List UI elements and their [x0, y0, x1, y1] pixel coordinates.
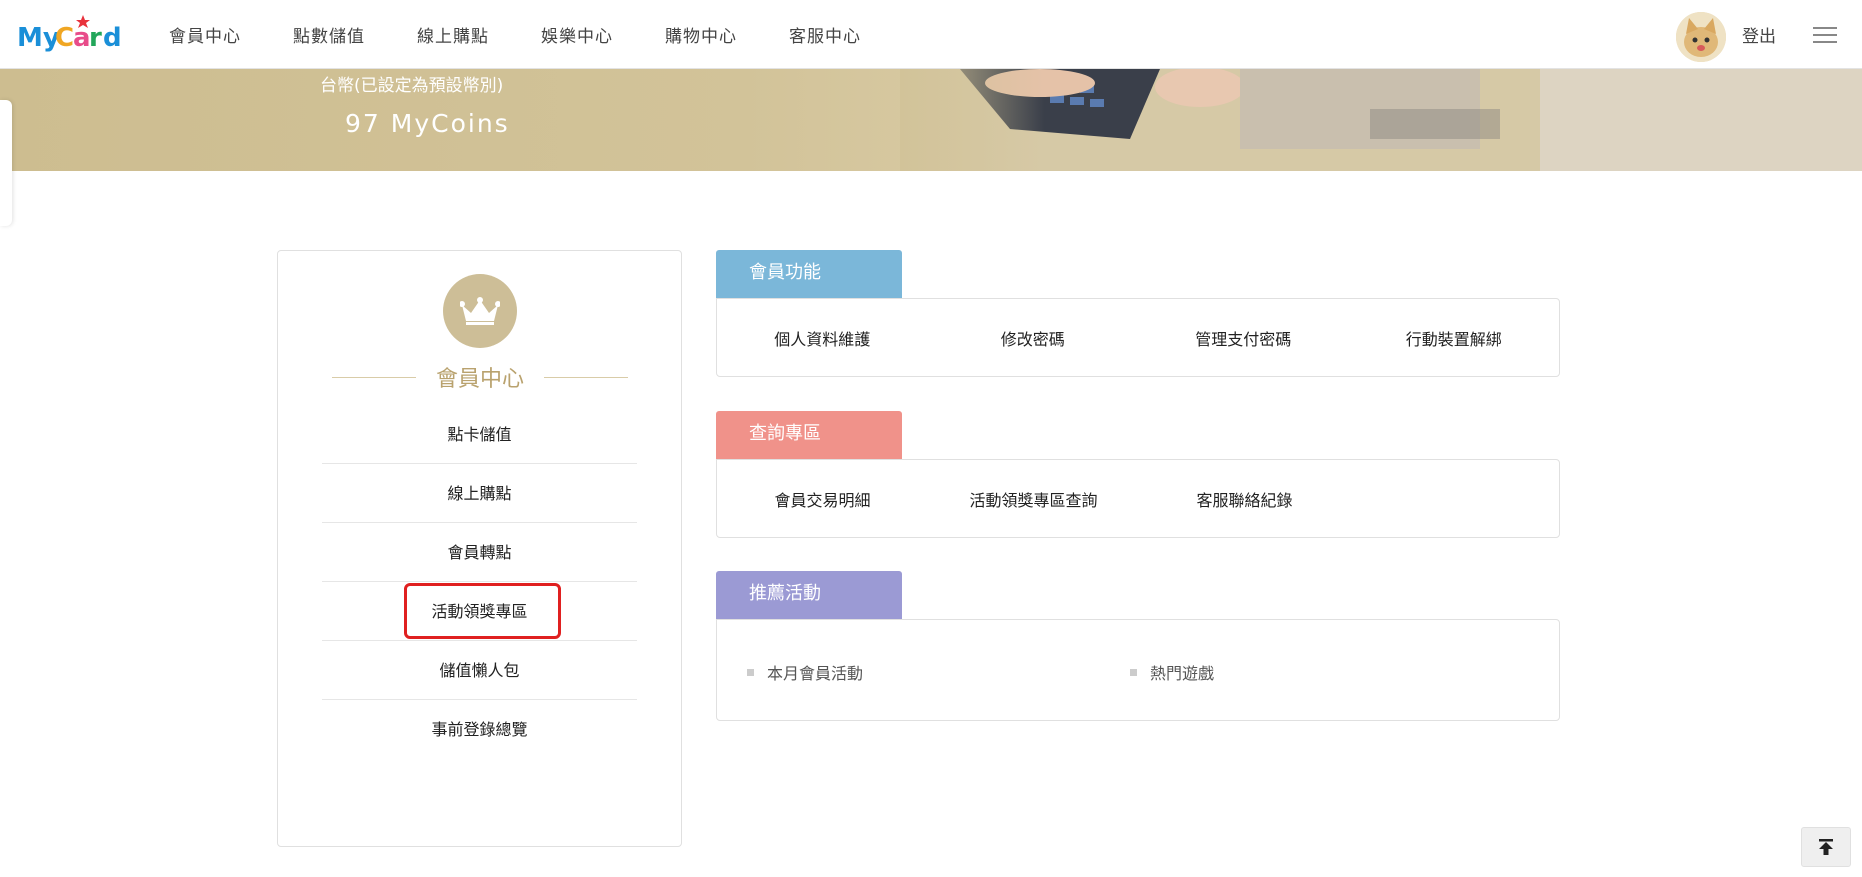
- nav-customer-service[interactable]: 客服中心: [789, 22, 861, 47]
- link-payment-password[interactable]: 管理支付密碼: [1138, 326, 1349, 350]
- svg-text:C: C: [55, 23, 74, 53]
- avatar[interactable]: [1676, 12, 1726, 62]
- link-service-records[interactable]: 客服聯絡紀錄: [1139, 487, 1350, 511]
- crown-icon: [443, 274, 517, 348]
- menu-item-topup-guide[interactable]: 儲值懶人包: [322, 641, 637, 700]
- panel-title-row: 會員中心: [332, 361, 629, 393]
- svg-text:d: d: [103, 23, 122, 53]
- section-member-functions: 會員功能 個人資料維護 修改密碼 管理支付密碼 行動裝置解綁: [716, 250, 1560, 378]
- arrow-up-to-line-icon: [1819, 839, 1833, 855]
- svg-text:a: a: [73, 23, 91, 53]
- link-profile-maintenance[interactable]: 個人資料維護: [717, 326, 928, 350]
- menu-item-card-topup[interactable]: 點卡儲值: [322, 405, 637, 464]
- svg-text:r: r: [89, 23, 102, 53]
- member-functions-box: 個人資料維護 修改密碼 管理支付密碼 行動裝置解綁: [716, 298, 1560, 377]
- mycoins-balance: 97 MyCoins: [345, 109, 510, 138]
- menu-item-online-purchase[interactable]: 線上購點: [322, 464, 637, 523]
- section-promotions: 推薦活動 本月會員活動 熱門遊戲: [716, 571, 1560, 721]
- menu-item-member-transfer[interactable]: 會員轉點: [322, 523, 637, 582]
- cat-avatar-icon: [1676, 12, 1726, 62]
- laptop-typing-photo: [900, 69, 1862, 171]
- hamburger-menu-icon[interactable]: [1813, 27, 1837, 43]
- mycard-logo[interactable]: My C a r d: [17, 12, 125, 58]
- account-banner: 台幣(已設定為預設幣別) 97 MyCoins: [0, 69, 1862, 171]
- query-box: 會員交易明細 活動領獎專區查詢 客服聯絡紀錄: [716, 459, 1560, 538]
- member-center-panel: 會員中心 點卡儲值 線上購點 會員轉點 活動領獎專區 儲值懶人包 事前登錄總覽: [277, 250, 682, 847]
- panel-title: 會員中心: [436, 367, 525, 392]
- section-tab-member-functions: 會員功能: [716, 250, 902, 298]
- menu-item-event-rewards[interactable]: 活動領獎專區: [322, 582, 637, 641]
- member-menu: 點卡儲值 線上購點 會員轉點 活動領獎專區 儲值懶人包 事前登錄總覽: [322, 405, 637, 759]
- section-tab-query: 查詢專區: [716, 411, 902, 459]
- section-tab-promotions: 推薦活動: [716, 571, 902, 619]
- nav-shopping[interactable]: 購物中心: [665, 22, 737, 47]
- logout-link[interactable]: 登出: [1742, 22, 1776, 47]
- link-change-password[interactable]: 修改密碼: [928, 326, 1139, 350]
- nav-points-topup[interactable]: 點數儲值: [293, 22, 365, 47]
- bullet-square-icon: [1130, 668, 1137, 676]
- nav-online-purchase[interactable]: 線上購點: [417, 22, 489, 47]
- promo-hot-games-label: 熱門遊戲: [1150, 664, 1215, 683]
- nav-member-center[interactable]: 會員中心: [169, 22, 241, 47]
- link-transaction-details[interactable]: 會員交易明細: [717, 487, 928, 511]
- menu-item-preregistration[interactable]: 事前登錄總覽: [322, 700, 637, 759]
- promotions-box: 本月會員活動 熱門遊戲: [716, 619, 1560, 721]
- top-navigation-bar: My C a r d 會員中心 點數儲值 線上購點 娛樂中心 購物中心 客服中心…: [0, 0, 1862, 69]
- main-nav: 會員中心 點數儲值 線上購點 娛樂中心 購物中心 客服中心: [169, 0, 913, 69]
- link-event-rewards-query[interactable]: 活動領獎專區查詢: [928, 487, 1139, 511]
- currency-label: 台幣(已設定為預設幣別): [320, 76, 504, 96]
- svg-text:My: My: [17, 23, 60, 53]
- nav-entertainment[interactable]: 娛樂中心: [541, 22, 613, 47]
- link-unbind-device[interactable]: 行動裝置解綁: [1349, 326, 1560, 350]
- promo-monthly-events-label: 本月會員活動: [767, 664, 864, 683]
- section-query: 查詢專區 會員交易明細 活動領獎專區查詢 客服聯絡紀錄: [716, 411, 1560, 539]
- promo-monthly-events[interactable]: 本月會員活動: [747, 660, 1130, 684]
- back-to-top-button[interactable]: [1801, 827, 1851, 867]
- promo-hot-games[interactable]: 熱門遊戲: [1130, 660, 1214, 684]
- bullet-square-icon: [747, 668, 754, 676]
- side-drawer-tab[interactable]: [0, 100, 12, 226]
